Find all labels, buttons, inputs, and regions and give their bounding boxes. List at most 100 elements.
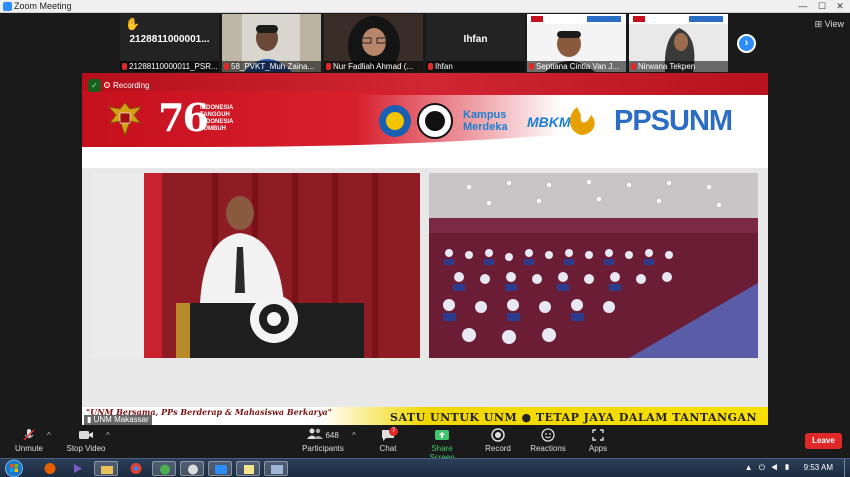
smiley-icon bbox=[541, 428, 555, 442]
recording-indicator[interactable]: Recording bbox=[104, 81, 149, 90]
zoom-meeting-window: Zoom Meeting — ☐ ✕ ⊞ View ✋ 212881100000… bbox=[0, 0, 850, 477]
raised-hand-icon: ✋ bbox=[125, 17, 140, 31]
participant-name-label: 21288110000011_PSR... bbox=[120, 61, 219, 72]
participants-count: 648 bbox=[325, 431, 339, 440]
record-dot-icon bbox=[104, 82, 110, 88]
muted-microphone-icon bbox=[23, 429, 35, 441]
participant-tile[interactable]: Nur Fadliah Ahmad (... bbox=[324, 14, 423, 72]
muted-mic-icon bbox=[428, 63, 433, 70]
security-shield-icon[interactable]: ✓ bbox=[88, 79, 101, 92]
logo-kampus: Kampus bbox=[463, 109, 506, 121]
stop-video-button[interactable]: Stop Video bbox=[64, 428, 108, 453]
apps-button[interactable]: Apps bbox=[586, 428, 610, 453]
anniversary-slogan: INDONESIA TANGGUH INDONESIA TUMBUH bbox=[200, 105, 234, 132]
participant-name: Ihfan bbox=[435, 62, 453, 71]
chevron-right-icon: › bbox=[744, 37, 749, 49]
meeting-toolbar: Unmute ^ Stop Video ^ 648 Participants ^ bbox=[0, 425, 850, 462]
participant-name-label: Nirwana Tekpen bbox=[629, 61, 728, 72]
muted-mic-icon bbox=[631, 63, 636, 70]
share-screen-icon bbox=[435, 430, 449, 440]
participant-tile[interactable]: Septiana Cintia Van J... bbox=[527, 14, 626, 72]
partner-logos: Kampus Merdeka MBKM bbox=[379, 103, 595, 139]
firefox-task-icon[interactable] bbox=[38, 461, 62, 476]
participant-display-name: Ihfan bbox=[463, 34, 488, 45]
pps-unm-logo: PPSUNM bbox=[614, 105, 733, 137]
apps-label: Apps bbox=[588, 444, 608, 453]
participants-button[interactable]: 648 Participants bbox=[300, 428, 346, 453]
taskbar-clock[interactable]: 9:53 AM bbox=[804, 463, 833, 472]
window-task-icon[interactable] bbox=[264, 461, 288, 476]
browser-task-icon[interactable] bbox=[152, 461, 176, 476]
participants-options-caret[interactable]: ^ bbox=[352, 431, 356, 440]
chrome-2-task-icon[interactable] bbox=[180, 461, 204, 476]
stop-video-label: Stop Video bbox=[66, 444, 106, 453]
garuda-emblem-icon bbox=[107, 102, 143, 137]
participant-name-label: Septiana Cintia Van J... bbox=[527, 61, 626, 72]
video-camera-icon bbox=[79, 431, 93, 439]
gallery-strip: ✋ 2128811000001... 21288110000011_PSR...… bbox=[120, 14, 730, 72]
footer-ticker: SATU UNTUK UNM ● TETAP JAYA DALAM TANTAN… bbox=[390, 411, 758, 424]
participants-icon bbox=[307, 428, 324, 439]
shared-video-stage: ✓ Recording 76 INDONESIA TANGGUH INDONES… bbox=[82, 73, 768, 425]
next-page-button[interactable]: › bbox=[737, 34, 756, 53]
apps-icon bbox=[592, 429, 604, 441]
event-banner: ✓ Recording 76 INDONESIA TANGGUH INDONES… bbox=[82, 73, 768, 168]
leave-button[interactable]: Leave bbox=[805, 433, 842, 449]
participant-name: Nur Fadliah Ahmad (... bbox=[333, 62, 414, 71]
logo-mbkm: MBKM bbox=[527, 114, 571, 130]
audience-scene bbox=[429, 173, 758, 358]
grid-icon: ⊞ bbox=[814, 19, 823, 29]
participant-name: Septiana Cintia Van J... bbox=[536, 62, 620, 71]
system-tray[interactable]: ▲ ⏻ ◀ ▮ bbox=[745, 463, 792, 473]
zoom-app-icon bbox=[3, 2, 12, 11]
muted-mic-icon bbox=[529, 63, 534, 70]
zoom-task-icon[interactable] bbox=[208, 461, 232, 476]
windows-start-icon[interactable] bbox=[4, 459, 24, 477]
unmute-label: Unmute bbox=[14, 444, 43, 453]
participant-name-label: Nur Fadliah Ahmad (... bbox=[324, 61, 423, 72]
chat-unread-badge: 7 bbox=[389, 427, 398, 436]
window-title: Zoom Meeting bbox=[14, 1, 72, 11]
view-label: View bbox=[824, 19, 844, 29]
participant-name: 21288110000011_PSR... bbox=[129, 62, 218, 71]
record-icon bbox=[491, 428, 505, 442]
participant-name: Nirwana Tekpen bbox=[638, 62, 696, 71]
recording-label: Recording bbox=[113, 81, 150, 90]
participant-name: 58_PVKT_Muh Zaina... bbox=[231, 62, 315, 71]
notes-task-icon[interactable] bbox=[236, 461, 260, 476]
view-button[interactable]: ⊞ View bbox=[815, 19, 844, 30]
participant-display-name: 2128811000001... bbox=[129, 34, 210, 45]
share-screen-button[interactable]: Share Screen bbox=[418, 428, 466, 462]
close-button[interactable]: ✕ bbox=[831, 0, 849, 12]
unmute-button[interactable]: Unmute bbox=[12, 428, 46, 453]
muted-mic-icon bbox=[224, 63, 229, 70]
speaker-video-panel bbox=[92, 173, 420, 358]
windows-taskbar: ▲ ⏻ ◀ ▮ 9:53 AM bbox=[0, 458, 850, 477]
chat-button[interactable]: 7 Chat bbox=[376, 427, 400, 453]
participant-name-label: 58_PVKT_Muh Zaina... bbox=[222, 61, 321, 72]
participant-tile[interactable]: Nirwana Tekpen bbox=[629, 14, 728, 72]
reactions-button[interactable]: Reactions bbox=[530, 428, 566, 453]
participant-name-label: Ihfan bbox=[426, 61, 525, 72]
record-button[interactable]: Record bbox=[484, 428, 512, 453]
active-speaker-name-tag: ▮ UNM Makassar bbox=[84, 415, 152, 425]
chat-label: Chat bbox=[379, 444, 397, 453]
explorer-task-icon[interactable] bbox=[94, 461, 118, 476]
audio-options-caret[interactable]: ^ bbox=[47, 431, 51, 440]
video-options-caret[interactable]: ^ bbox=[106, 431, 110, 440]
logo-merdeka: Merdeka bbox=[463, 121, 509, 133]
chrome-task-icon[interactable] bbox=[124, 461, 148, 476]
participant-tile[interactable]: 58_PVKT_Muh Zaina... bbox=[222, 14, 321, 72]
muted-mic-icon bbox=[326, 63, 331, 70]
maximize-button[interactable]: ☐ bbox=[813, 0, 831, 12]
minimize-button[interactable]: — bbox=[794, 0, 812, 12]
participant-tile[interactable]: Ihfan Ihfan bbox=[426, 14, 525, 72]
visual-studio-task-icon[interactable] bbox=[66, 461, 90, 476]
record-label: Record bbox=[485, 444, 511, 453]
show-desktop-button[interactable] bbox=[844, 459, 850, 477]
title-bar: Zoom Meeting — ☐ ✕ bbox=[0, 0, 850, 13]
audience-video-panel bbox=[429, 173, 758, 358]
participant-tile[interactable]: ✋ 2128811000001... 21288110000011_PSR... bbox=[120, 14, 219, 72]
signal-bars-icon: ▮ bbox=[87, 415, 94, 424]
muted-mic-icon bbox=[122, 63, 127, 70]
